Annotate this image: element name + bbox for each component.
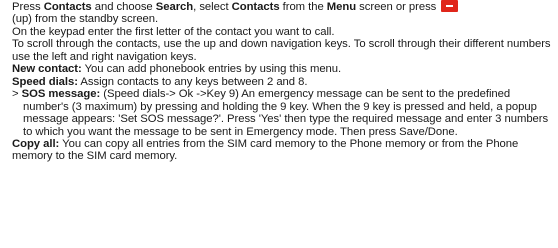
bullet-text: You can copy all entries from the SIM ca…: [12, 137, 519, 163]
sub-item-text: (Speed dials-> Ok ->Key 9) An emergency …: [23, 88, 549, 138]
step-text: To scroll through the contacts, use the …: [12, 38, 551, 63]
step-number: 2: [0, 26, 12, 38]
minus-key-icon: [441, 0, 459, 12]
step-text: screen or press: [356, 1, 440, 13]
step-text: , select: [193, 1, 232, 13]
step-text: and choose: [91, 1, 156, 13]
sub-item-marker: >: [12, 88, 22, 101]
bullet-copy-all: •Copy all: You can copy all entries from…: [3, 138, 554, 163]
step-text: from the: [279, 1, 327, 13]
contacts-term: Contacts: [43, 1, 92, 13]
bullet-marker: •: [3, 76, 12, 88]
bullet-new-contact: •New contact: You can add phonebook entr…: [3, 63, 554, 75]
bullet-label: Copy all:: [12, 137, 60, 150]
step-3: 3To scroll through the contacts, use the…: [0, 38, 554, 63]
bullet-label: Speed dials:: [12, 75, 78, 88]
bullet-speed-dials: •Speed dials: Assign contacts to any key…: [3, 76, 554, 88]
bullet-text: You can add phonebook entries by using t…: [81, 63, 342, 76]
sub-item-label: SOS message:: [21, 88, 101, 101]
step-text: Press: [12, 1, 44, 13]
step-number: 1: [0, 1, 12, 13]
step-1: 1Press Contacts and choose Search, selec…: [0, 0, 554, 26]
sub-item-sos-message: > SOS message: (Speed dials-> Ok ->Key 9…: [3, 88, 554, 138]
step-text: On the keypad enter the first letter of …: [12, 25, 335, 38]
step-number: 3: [0, 38, 12, 50]
step-text-continued: (up) from the standby screen.: [12, 13, 159, 26]
contacts-term: Contacts: [231, 1, 280, 13]
step-2: 2On the keypad enter the first letter of…: [0, 25, 554, 38]
bullet-marker: •: [3, 138, 12, 150]
menu-term: Menu: [326, 1, 357, 13]
bullet-label: New contact:: [12, 63, 82, 76]
instruction-document: 1Press Contacts and choose Search, selec…: [0, 0, 558, 163]
search-term: Search: [155, 1, 194, 13]
bullet-text: Assign contacts to any keys between 2 an…: [77, 75, 308, 88]
bullet-marker: •: [3, 63, 12, 75]
